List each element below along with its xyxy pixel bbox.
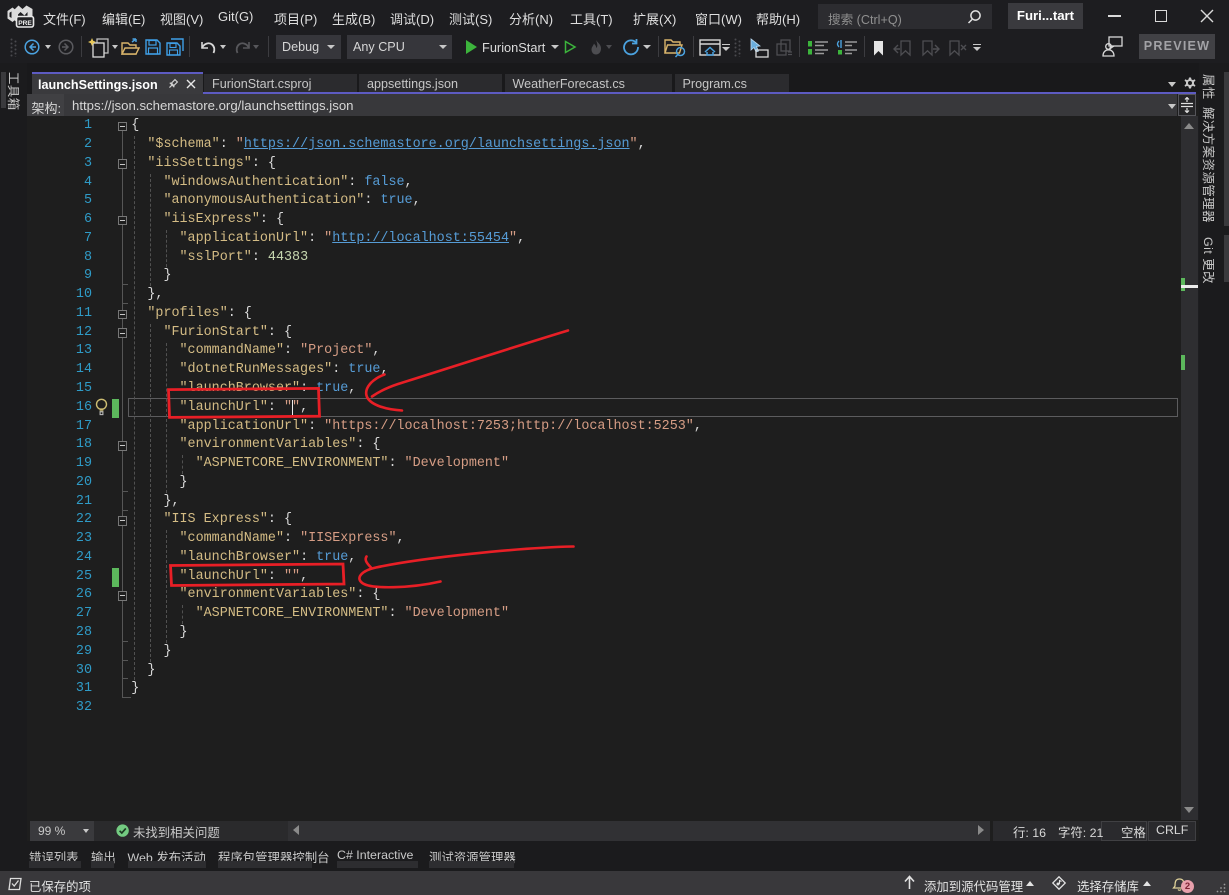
svg-text:PRE: PRE [18, 20, 32, 27]
